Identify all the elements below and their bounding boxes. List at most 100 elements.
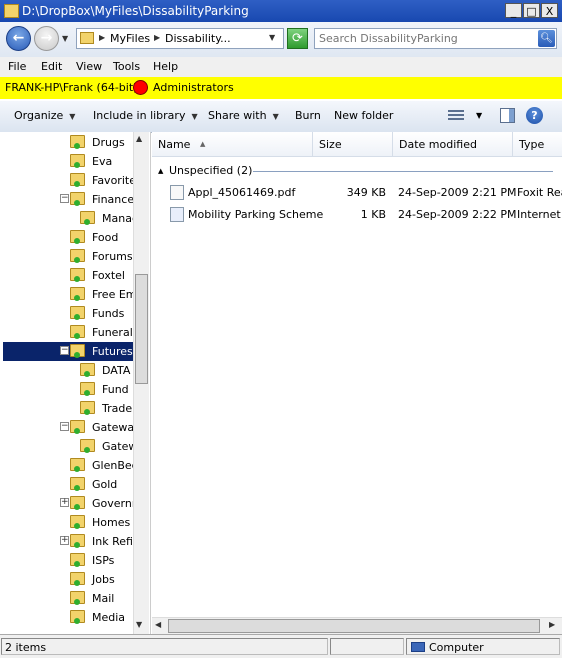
tree-item-label: ISPs bbox=[92, 554, 115, 567]
navigation-scrollbar[interactable]: ▲ ▼ bbox=[133, 132, 149, 634]
tree-item-label: Favorite bbox=[92, 174, 136, 187]
collapse-icon[interactable]: − bbox=[60, 422, 69, 431]
horizontal-scrollbar[interactable]: ◀ ▶ bbox=[152, 617, 562, 634]
burn-button[interactable]: Burn bbox=[295, 109, 321, 122]
tree-item[interactable]: Food bbox=[0, 228, 133, 247]
search-box[interactable]: 🔍︎ bbox=[314, 28, 557, 49]
recent-pages-dropdown-icon[interactable]: ▼ bbox=[62, 34, 68, 43]
tree-item-label: Free Em bbox=[92, 288, 137, 301]
tree-item[interactable]: Homes bbox=[0, 513, 133, 532]
chevron-down-icon[interactable]: ▼ bbox=[269, 33, 275, 42]
folder-icon bbox=[70, 572, 85, 586]
minimize-button[interactable]: _ bbox=[505, 3, 522, 18]
tree-item[interactable]: ISPs bbox=[0, 551, 133, 570]
tree-item[interactable]: − Finance bbox=[0, 190, 135, 209]
tree-item[interactable]: Media bbox=[0, 608, 133, 627]
collapse-icon[interactable]: − bbox=[60, 194, 69, 203]
admin-status-icon bbox=[133, 80, 148, 95]
group-divider bbox=[253, 171, 553, 172]
tree-item[interactable]: + Governm bbox=[0, 494, 143, 513]
tree-item[interactable]: Trader bbox=[0, 399, 137, 418]
folder-icon bbox=[80, 401, 95, 415]
refresh-button[interactable]: ⟳ bbox=[287, 28, 308, 49]
expand-icon[interactable]: + bbox=[60, 498, 69, 507]
collapse-group-icon[interactable]: ▲ bbox=[158, 167, 163, 175]
user-group: Administrators bbox=[153, 81, 234, 94]
menu-file[interactable]: File bbox=[8, 60, 26, 73]
scroll-right-icon[interactable]: ▶ bbox=[549, 620, 555, 629]
back-button[interactable]: ← bbox=[6, 26, 31, 51]
tree-item[interactable]: Mail bbox=[0, 589, 133, 608]
tree-item[interactable]: Funerals bbox=[0, 323, 139, 342]
change-view-icon[interactable] bbox=[448, 109, 464, 122]
column-date-modified[interactable]: Date modified bbox=[393, 132, 513, 156]
column-name[interactable]: Name ▲ bbox=[152, 132, 313, 156]
preview-pane-icon[interactable] bbox=[500, 108, 515, 123]
breadcrumb-current[interactable]: Dissability... bbox=[165, 32, 231, 45]
tree-item[interactable]: Forums bbox=[0, 247, 133, 266]
scroll-up-icon[interactable]: ▲ bbox=[136, 134, 142, 143]
folder-icon bbox=[70, 230, 85, 244]
new-folder-button[interactable]: New folder bbox=[334, 109, 393, 122]
tree-item[interactable]: Drugs bbox=[0, 133, 133, 152]
view-options-dropdown-icon[interactable]: ▼ bbox=[476, 111, 482, 120]
tree-item[interactable]: Free Em bbox=[0, 285, 137, 304]
close-button[interactable]: X bbox=[541, 3, 558, 18]
refresh-icon: ⟳ bbox=[292, 31, 303, 46]
file-row[interactable]: Mobility Parking Scheme 1 KB 24-Sep-2009 2… bbox=[152, 205, 562, 224]
tree-item[interactable]: Gatew bbox=[0, 437, 137, 456]
expand-icon[interactable]: + bbox=[60, 536, 69, 545]
search-input[interactable] bbox=[319, 31, 529, 46]
back-arrow-icon: ← bbox=[12, 30, 25, 46]
scrollbar-thumb[interactable] bbox=[168, 619, 540, 633]
tree-item[interactable]: DATA bbox=[0, 361, 133, 380]
menu-view[interactable]: View bbox=[76, 60, 102, 73]
tree-item[interactable]: + Ink Refill bbox=[0, 532, 139, 551]
tree-item[interactable]: Jobs bbox=[0, 570, 133, 589]
tree-item-label: Ink Refill bbox=[92, 535, 140, 548]
tree-item-label: Forums bbox=[92, 250, 133, 263]
user-info-bar: FRANK-HP\Frank (64-bit) Administrators bbox=[0, 77, 562, 99]
tree-item[interactable]: GlenBeck bbox=[0, 456, 144, 475]
collapse-icon[interactable]: − bbox=[60, 346, 69, 355]
chevron-right-icon[interactable]: ▶ bbox=[99, 33, 105, 42]
help-icon[interactable]: ? bbox=[526, 107, 543, 124]
search-icon[interactable]: 🔍︎ bbox=[538, 30, 555, 47]
tree-item[interactable]: Manag bbox=[0, 209, 139, 228]
group-label: Unspecified (2) bbox=[169, 164, 253, 177]
chevron-right-icon[interactable]: ▶ bbox=[154, 33, 160, 42]
folder-icon bbox=[70, 306, 85, 320]
column-size[interactable]: Size bbox=[313, 132, 393, 156]
folder-icon bbox=[80, 382, 95, 396]
column-type[interactable]: Type bbox=[513, 132, 562, 156]
tree-item-label: Homes bbox=[92, 516, 131, 529]
tree-item[interactable]: Funds bbox=[0, 304, 133, 323]
maximize-button[interactable]: □ bbox=[523, 3, 540, 18]
include-in-library-button[interactable]: Include in library ▼ bbox=[93, 109, 198, 122]
menu-help[interactable]: Help bbox=[153, 60, 178, 73]
tree-item[interactable]: − Gateway bbox=[0, 418, 141, 437]
tree-item[interactable]: Gold bbox=[0, 475, 133, 494]
tree-item-label: Finance bbox=[92, 193, 135, 206]
scrollbar-thumb[interactable] bbox=[135, 274, 148, 384]
column-header-row: Name ▲ Size Date modified Type bbox=[152, 132, 562, 157]
address-field[interactable]: ▶ MyFiles ▶ Dissability... ▼ bbox=[76, 28, 284, 49]
tree-item[interactable]: − Futures bbox=[3, 342, 133, 361]
tree-item-label: Gold bbox=[92, 478, 118, 491]
tree-item[interactable]: Fund M bbox=[0, 380, 142, 399]
forward-button[interactable]: → bbox=[34, 26, 59, 51]
scroll-down-icon[interactable]: ▼ bbox=[136, 620, 142, 629]
menu-edit[interactable]: Edit bbox=[41, 60, 62, 73]
file-row[interactable]: Appl_45061469.pdf 349 KB 24-Sep-2009 2:21 … bbox=[152, 183, 562, 202]
status-location-panel: Computer bbox=[406, 638, 560, 655]
share-with-button[interactable]: Share with ▼ bbox=[208, 109, 279, 122]
folder-icon bbox=[70, 325, 85, 339]
breadcrumb-myfiles[interactable]: MyFiles bbox=[110, 32, 150, 45]
tree-item[interactable]: Eva bbox=[0, 152, 133, 171]
tree-item[interactable]: Favorite bbox=[0, 171, 136, 190]
folder-icon bbox=[70, 477, 85, 491]
tree-item[interactable]: Foxtel bbox=[0, 266, 133, 285]
scroll-left-icon[interactable]: ◀ bbox=[155, 620, 161, 629]
menu-tools[interactable]: Tools bbox=[113, 60, 140, 73]
organize-button[interactable]: Organize ▼ bbox=[14, 109, 75, 122]
